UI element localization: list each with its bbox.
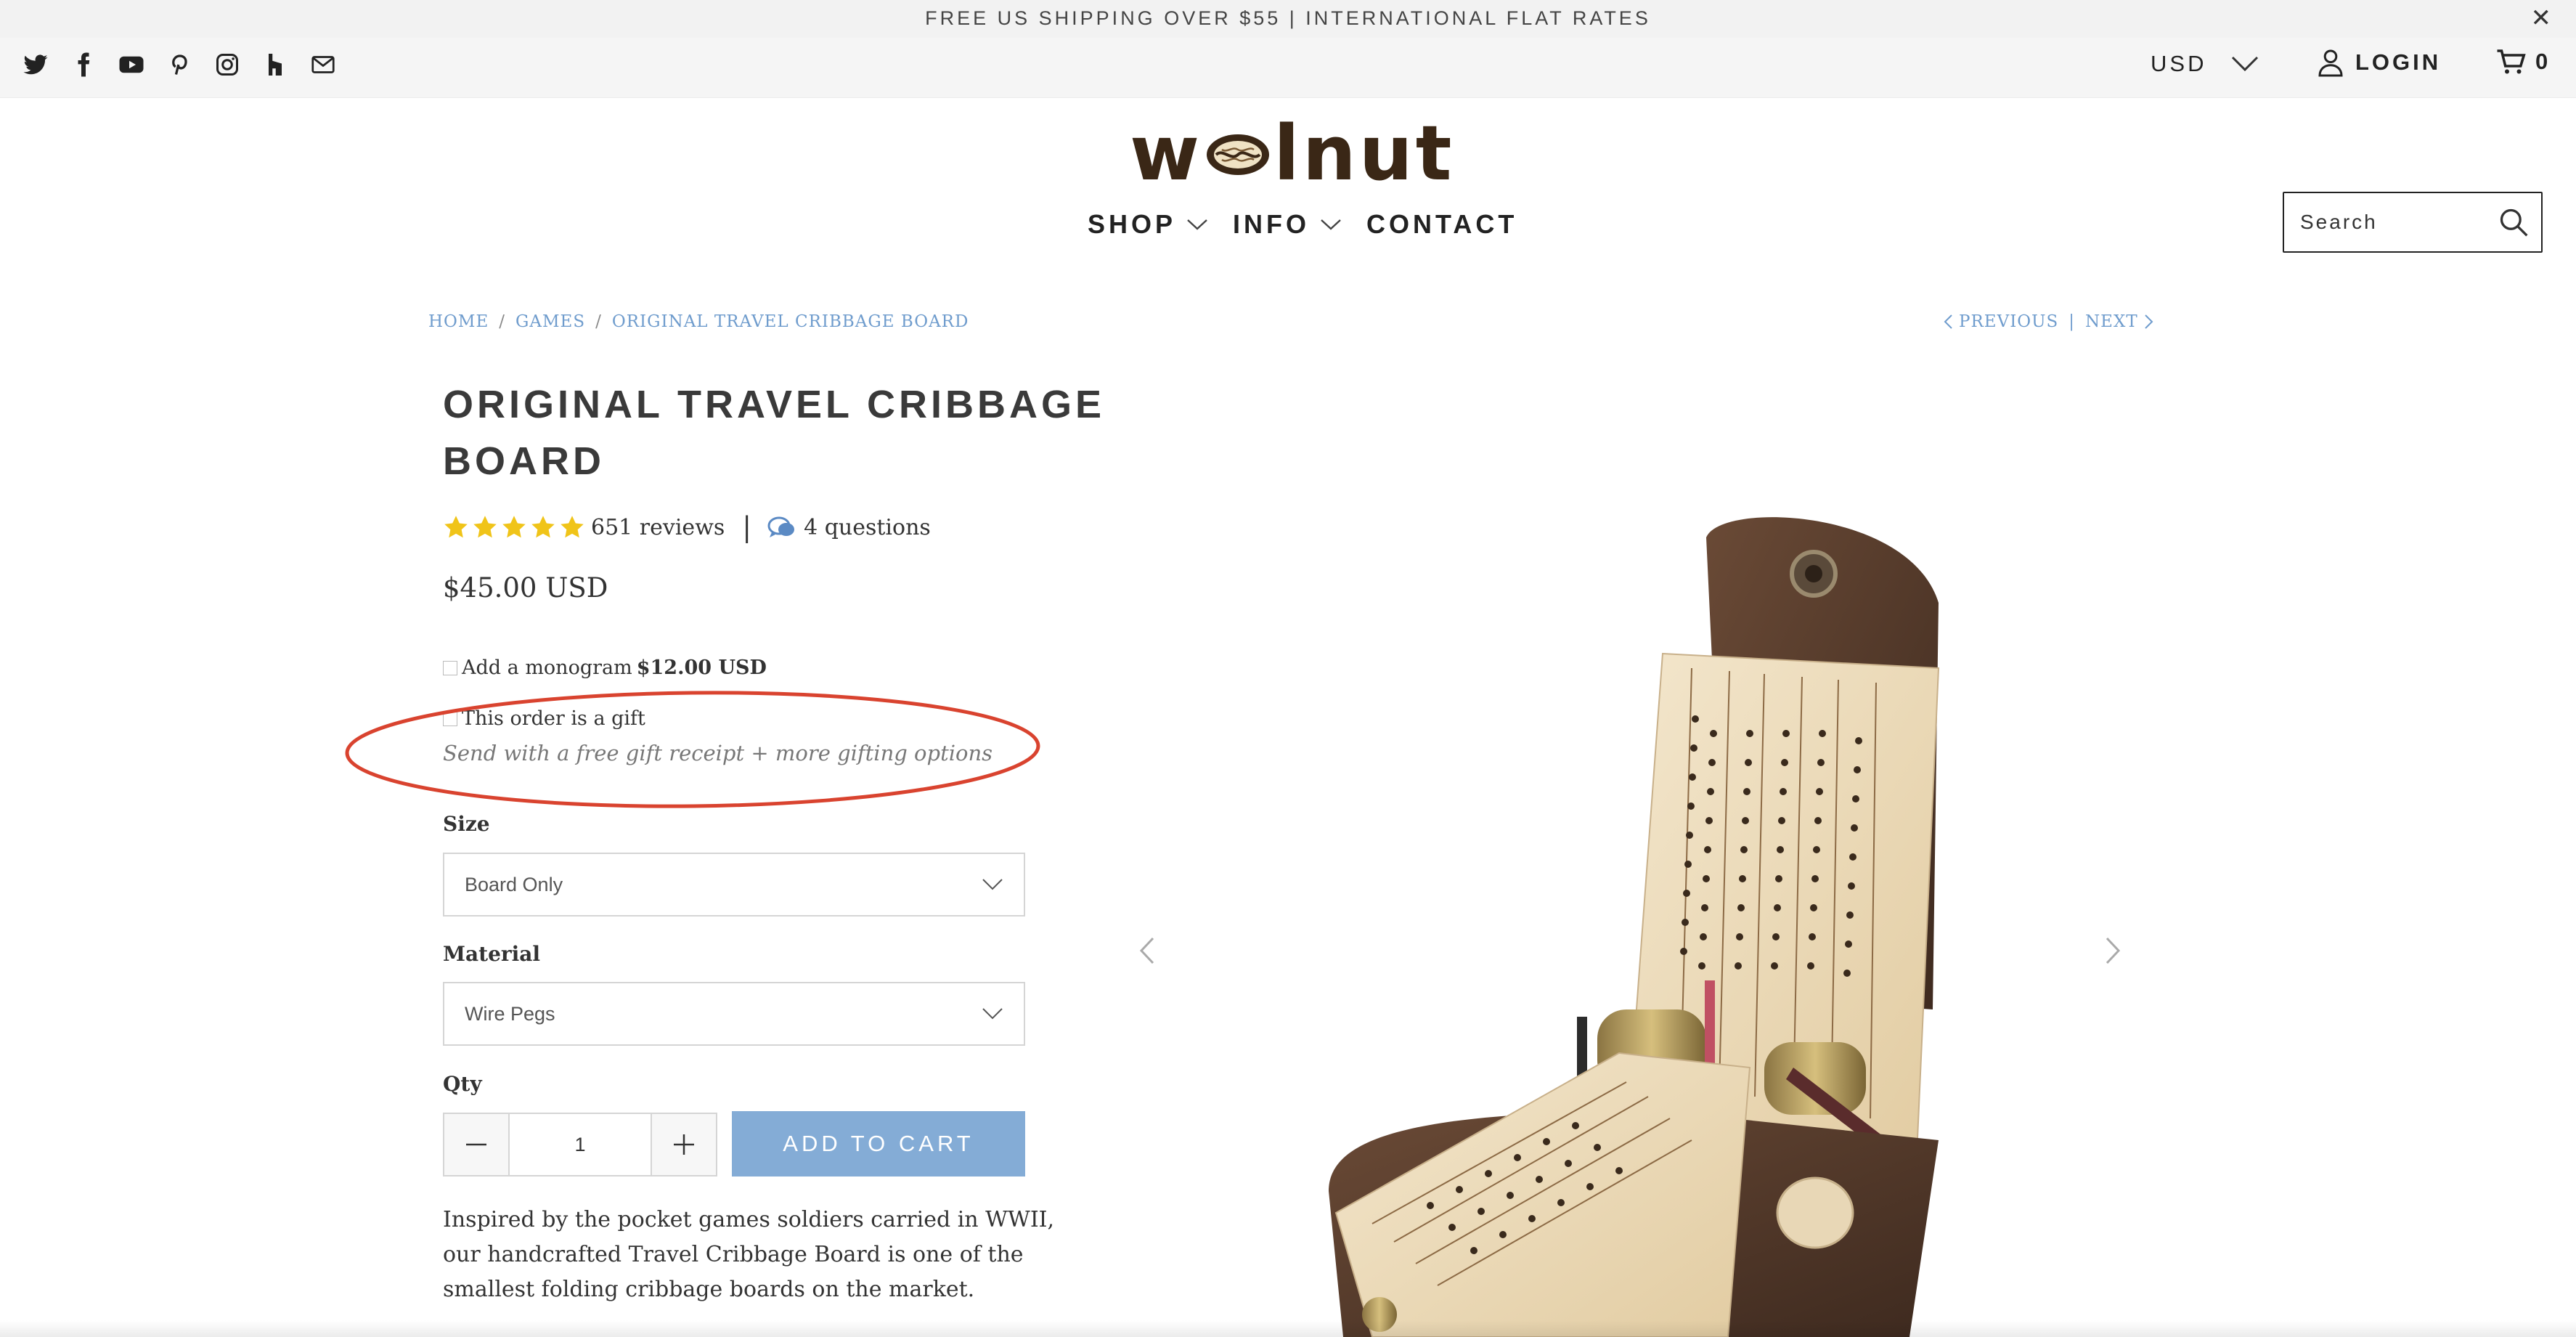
email-icon[interactable] bbox=[309, 51, 337, 78]
utility-bar: USD LOGIN 0 bbox=[0, 38, 2576, 98]
chevron-down-icon bbox=[1187, 219, 1207, 230]
question-chat-icon bbox=[767, 516, 795, 537]
star-icon bbox=[473, 516, 497, 538]
chevron-down-icon bbox=[1321, 219, 1341, 230]
logo-text-start: w bbox=[1130, 109, 1203, 198]
product-description: Inspired by the pocket games soldiers ca… bbox=[443, 1207, 1055, 1302]
annotation-ellipse bbox=[345, 691, 1040, 808]
main-navigation: SHOP INFO CONTACT bbox=[1088, 209, 1517, 240]
monogram-checkbox[interactable] bbox=[443, 660, 457, 675]
announcement-bar: FREE US SHIPPING OVER $55 | INTERNATIONA… bbox=[0, 0, 2576, 38]
previous-link[interactable]: PREVIOUS bbox=[1943, 312, 2058, 331]
quantity-stepper bbox=[443, 1113, 717, 1177]
qty-label: Qty bbox=[443, 1072, 482, 1096]
size-value: Board Only bbox=[465, 873, 563, 895]
login-link[interactable]: LOGIN bbox=[2318, 48, 2441, 77]
monogram-label: Add a monogram bbox=[462, 657, 632, 679]
breadcrumb-separator: / bbox=[499, 312, 506, 331]
brand-logo[interactable]: w lnut bbox=[1130, 109, 1455, 198]
search-input[interactable] bbox=[2299, 210, 2505, 235]
breadcrumb-separator: / bbox=[595, 312, 602, 331]
chevron-down-icon bbox=[982, 1008, 1003, 1020]
next-label: NEXT bbox=[2085, 312, 2138, 331]
plus-icon bbox=[674, 1134, 694, 1155]
breadcrumb-games[interactable]: GAMES bbox=[515, 312, 585, 331]
youtube-icon[interactable] bbox=[118, 51, 145, 78]
decrease-button[interactable] bbox=[444, 1114, 508, 1175]
breadcrumb-home[interactable]: HOME bbox=[428, 312, 489, 331]
pager-separator: | bbox=[2068, 312, 2076, 331]
houzz-icon[interactable] bbox=[261, 51, 289, 78]
star-icon bbox=[444, 516, 468, 538]
cart-count: 0 bbox=[2535, 49, 2548, 74]
monogram-price: $12.00 USD bbox=[636, 657, 767, 679]
twitter-icon[interactable] bbox=[22, 51, 49, 78]
announcement-text: FREE US SHIPPING OVER $55 | INTERNATIONA… bbox=[925, 7, 1651, 29]
increase-button[interactable] bbox=[652, 1114, 716, 1175]
previous-label: PREVIOUS bbox=[1959, 312, 2059, 331]
instagram-icon[interactable] bbox=[213, 51, 241, 78]
nav-contact[interactable]: CONTACT bbox=[1366, 209, 1517, 240]
add-to-cart-button[interactable]: ADD TO CART bbox=[732, 1111, 1025, 1177]
quantity-input[interactable] bbox=[508, 1114, 652, 1175]
close-icon[interactable]: ✕ bbox=[2531, 0, 2552, 36]
gallery-prev-icon[interactable] bbox=[1133, 932, 1162, 969]
nav-shop[interactable]: SHOP bbox=[1088, 209, 1208, 240]
login-label: LOGIN bbox=[2355, 49, 2442, 75]
nav-contact-label: CONTACT bbox=[1366, 209, 1518, 239]
product-title: ORIGINAL TRAVEL CRIBBAGE BOARD bbox=[443, 383, 1106, 483]
currency-value: USD bbox=[2151, 51, 2207, 76]
next-link[interactable]: NEXT bbox=[2085, 312, 2154, 331]
search-box bbox=[2283, 192, 2543, 253]
breadcrumb-current[interactable]: ORIGINAL TRAVEL CRIBBAGE BOARD bbox=[612, 312, 969, 331]
star-icon bbox=[531, 516, 555, 538]
walnut-icon bbox=[1207, 134, 1270, 175]
logo-text-end: lnut bbox=[1273, 109, 1455, 198]
user-icon bbox=[2318, 49, 2343, 77]
nav-shop-label: SHOP bbox=[1088, 209, 1177, 239]
star-icon bbox=[502, 516, 526, 538]
cart-icon bbox=[2497, 49, 2526, 74]
material-select[interactable]: Wire Pegs bbox=[443, 982, 1025, 1046]
monogram-option[interactable]: Add a monogram $12.00 USD bbox=[443, 657, 767, 679]
chevron-right-icon bbox=[2144, 314, 2153, 329]
chevron-down-icon bbox=[982, 879, 1003, 890]
nav-info-label: INFO bbox=[1233, 209, 1311, 239]
size-select[interactable]: Board Only bbox=[443, 853, 1025, 917]
search-icon[interactable] bbox=[2498, 206, 2530, 238]
material-label: Material bbox=[443, 942, 541, 966]
nav-info[interactable]: INFO bbox=[1233, 209, 1342, 240]
page-shadow bbox=[0, 1320, 2576, 1337]
rating-separator: | bbox=[742, 511, 752, 543]
social-links bbox=[22, 51, 337, 78]
cart-link[interactable]: 0 bbox=[2496, 48, 2548, 76]
reviews-link[interactable]: 651 reviews bbox=[591, 515, 725, 540]
product-image[interactable] bbox=[1285, 516, 1997, 1337]
minus-icon bbox=[466, 1143, 486, 1146]
gallery-next-icon[interactable] bbox=[2098, 932, 2127, 969]
material-value: Wire Pegs bbox=[465, 1002, 555, 1025]
star-icon bbox=[561, 516, 584, 538]
product-price: $45.00 USD bbox=[443, 572, 608, 604]
breadcrumb: HOME / GAMES / ORIGINAL TRAVEL CRIBBAGE … bbox=[428, 312, 969, 331]
chevron-left-icon bbox=[1944, 314, 1952, 329]
currency-selector[interactable]: USD bbox=[2151, 51, 2259, 77]
product-gallery bbox=[1133, 407, 2149, 1337]
size-label: Size bbox=[443, 812, 490, 836]
questions-link[interactable]: 4 questions bbox=[804, 515, 931, 540]
facebook-icon[interactable] bbox=[70, 51, 97, 78]
rating-row: 651 reviews | 4 questions bbox=[443, 511, 931, 543]
product-pager: PREVIOUS | NEXT bbox=[1943, 312, 2154, 331]
chevron-down-icon bbox=[2232, 56, 2259, 72]
pinterest-icon[interactable] bbox=[166, 51, 193, 78]
star-rating[interactable] bbox=[443, 514, 585, 540]
